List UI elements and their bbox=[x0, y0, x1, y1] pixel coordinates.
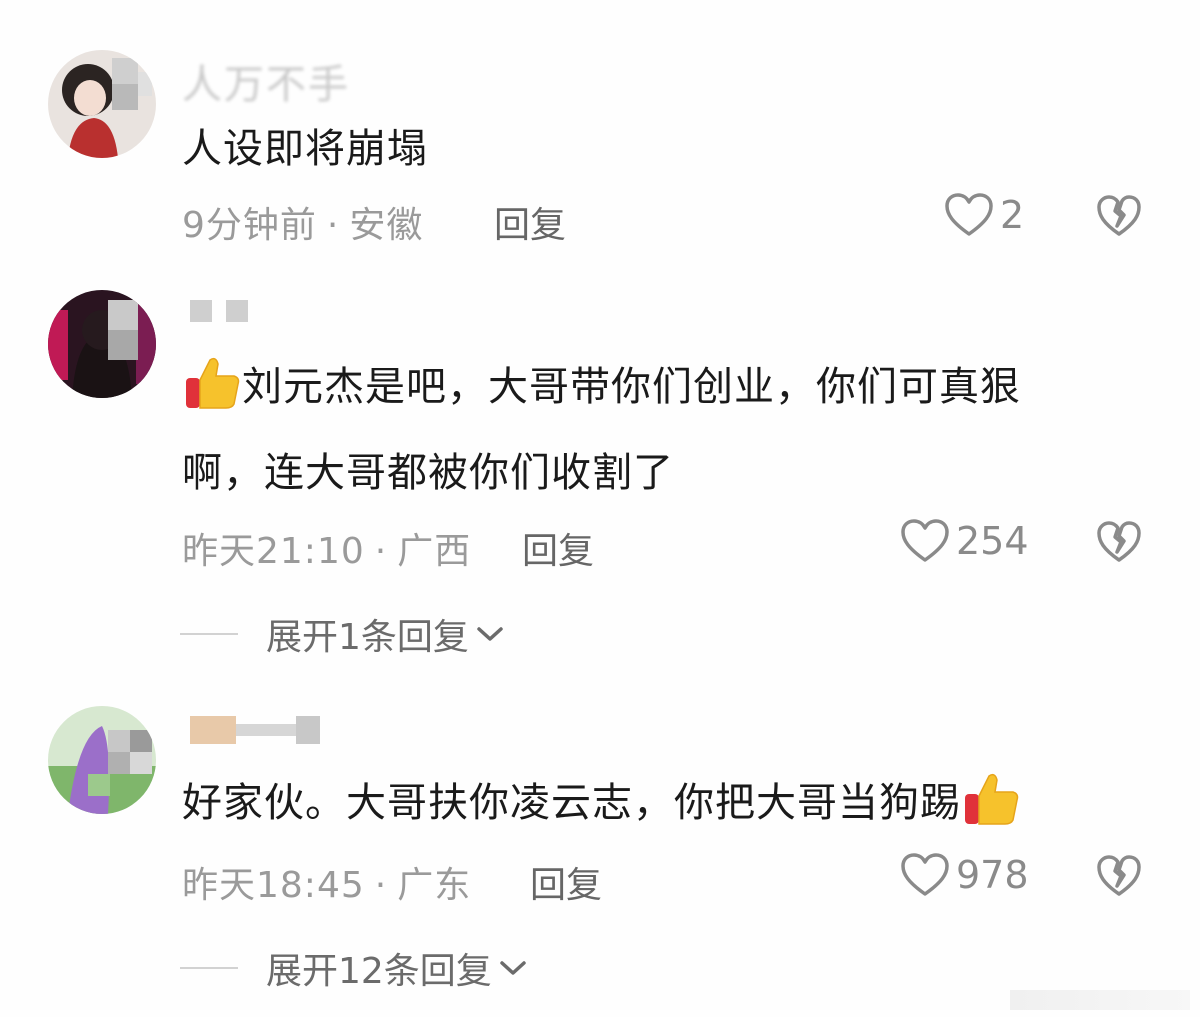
comment-text-line2: 啊，连大哥都被你们收割了 bbox=[182, 450, 674, 496]
comment-location: 广东 bbox=[397, 865, 472, 906]
like-count: 2 bbox=[1000, 193, 1025, 237]
like-button[interactable]: 978 bbox=[900, 852, 1029, 898]
broken-heart-icon bbox=[1097, 521, 1141, 562]
separator: · bbox=[326, 205, 340, 246]
watermark bbox=[1010, 990, 1190, 1010]
comment-location: 安徽 bbox=[349, 205, 424, 246]
like-count: 254 bbox=[956, 519, 1029, 563]
comment-meta: 9分钟前 · 安徽 bbox=[182, 196, 423, 248]
dislike-button[interactable] bbox=[1096, 854, 1142, 902]
separator: · bbox=[374, 531, 388, 572]
reply-button[interactable]: 回复 bbox=[530, 856, 602, 908]
comment-text: 刘元杰是吧，大哥带你们创业，你们可真狠 啊，连大哥都被你们收割了 bbox=[182, 344, 1021, 516]
divider-dash bbox=[180, 967, 238, 969]
comment-meta: 昨天21:10 · 广西 bbox=[182, 522, 471, 574]
username[interactable]: 人万不手 bbox=[182, 52, 350, 110]
avatar[interactable] bbox=[48, 290, 156, 398]
comment-location: 广西 bbox=[397, 531, 472, 572]
heart-outline-icon bbox=[945, 193, 993, 236]
like-button[interactable]: 254 bbox=[900, 518, 1029, 564]
expand-replies-button[interactable]: 展开12条回复 bbox=[180, 942, 528, 994]
comment-time: 昨天18:45 bbox=[182, 865, 365, 906]
dislike-button[interactable] bbox=[1096, 520, 1142, 568]
avatar[interactable] bbox=[48, 706, 156, 814]
broken-heart-icon bbox=[1097, 855, 1141, 896]
heart-outline-icon bbox=[901, 519, 949, 562]
chevron-down-icon bbox=[500, 961, 526, 975]
username[interactable] bbox=[190, 716, 320, 744]
thumbs-up-emoji bbox=[961, 768, 1021, 828]
comment-text-line1: 刘元杰是吧，大哥带你们创业，你们可真狠 bbox=[242, 364, 1021, 410]
chevron-down-icon bbox=[477, 627, 503, 641]
comment-text: 好家伙。大哥扶你凌云志，你把大哥当狗踢 bbox=[182, 760, 1021, 846]
like-button[interactable]: 2 bbox=[944, 192, 1024, 238]
divider-dash bbox=[180, 633, 238, 635]
comment-time: 昨天21:10 bbox=[182, 531, 365, 572]
avatar[interactable] bbox=[48, 50, 156, 158]
username[interactable] bbox=[190, 300, 248, 322]
comment-meta: 昨天18:45 · 广东 bbox=[182, 856, 471, 908]
separator: · bbox=[374, 865, 388, 906]
reply-button[interactable]: 回复 bbox=[494, 196, 566, 248]
comment-text: 人设即将崩塌 bbox=[182, 126, 428, 172]
comment-time: 9分钟前 bbox=[182, 205, 317, 246]
expand-replies-label: 展开1条回复 bbox=[266, 617, 469, 658]
comment-text-body: 好家伙。大哥扶你凌云志，你把大哥当狗踢 bbox=[182, 780, 961, 826]
broken-heart-icon bbox=[1097, 195, 1141, 236]
like-count: 978 bbox=[956, 853, 1029, 897]
dislike-button[interactable] bbox=[1096, 194, 1142, 242]
expand-replies-label: 展开12条回复 bbox=[266, 951, 492, 992]
reply-button[interactable]: 回复 bbox=[522, 522, 594, 574]
thumbs-up-emoji bbox=[182, 352, 242, 412]
expand-replies-button[interactable]: 展开1条回复 bbox=[180, 608, 505, 660]
heart-outline-icon bbox=[901, 853, 949, 896]
